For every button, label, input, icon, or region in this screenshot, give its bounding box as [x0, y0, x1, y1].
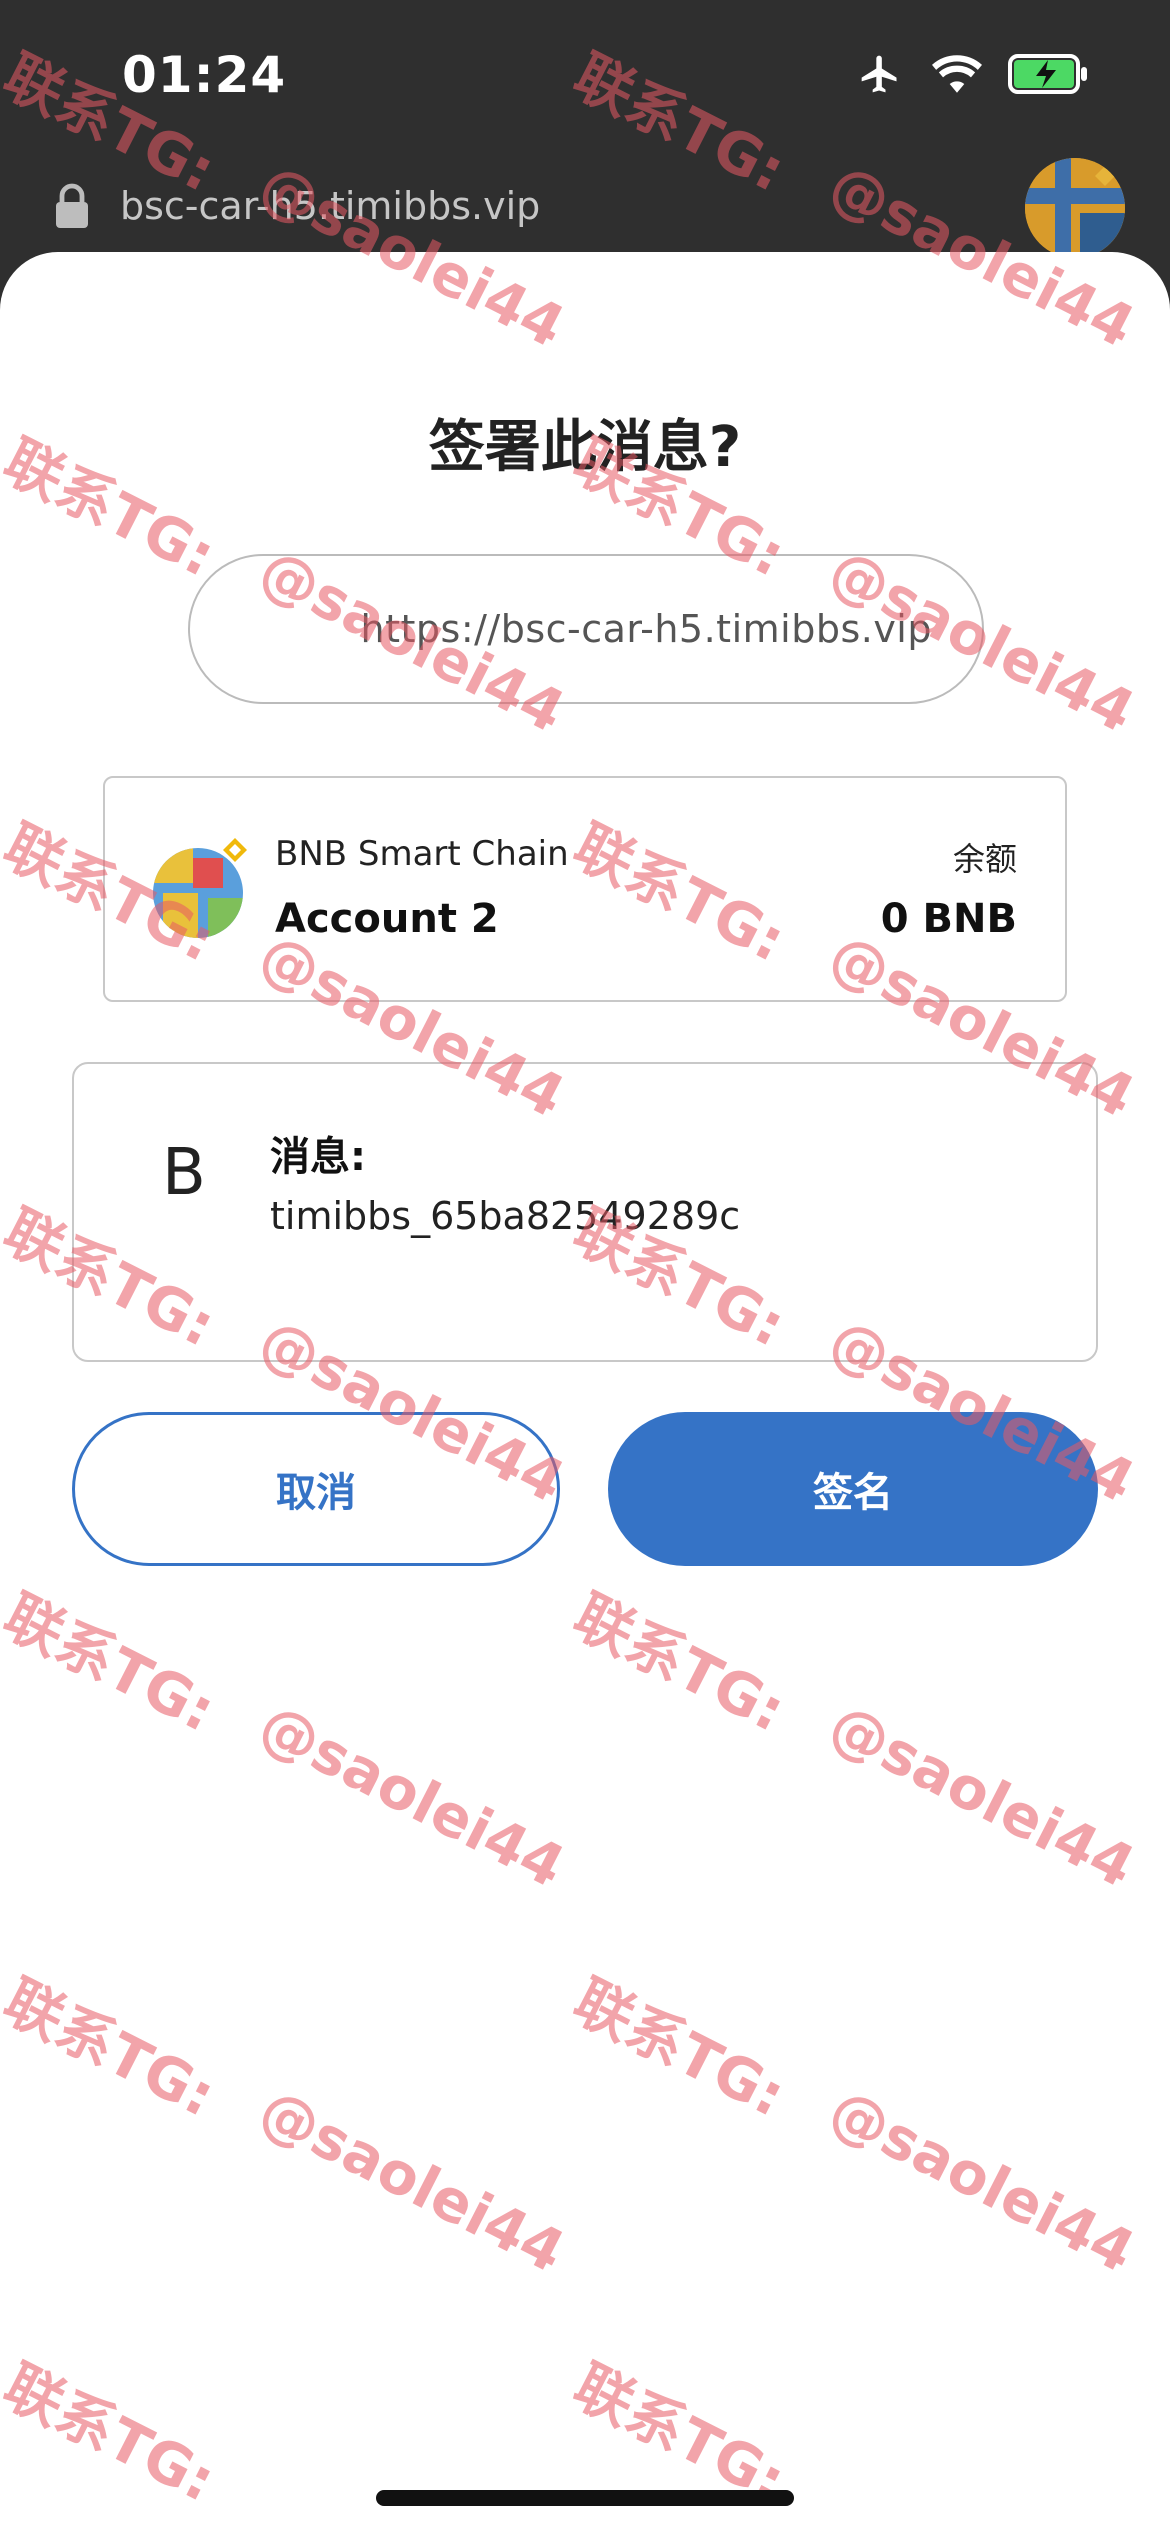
battery-charging-icon: [1008, 54, 1087, 94]
screen: 01:24 bsc-car-h5.timibbs.vip 签署此消息? http…: [0, 0, 1170, 2532]
network-name: BNB Smart Chain: [275, 834, 569, 874]
sign-button[interactable]: 签名: [608, 1412, 1098, 1566]
status-bar: 01:24: [0, 0, 1170, 150]
home-indicator[interactable]: [376, 2490, 794, 2506]
origin-url: https://bsc-car-h5.timibbs.vip: [360, 607, 932, 651]
message-card: B 消息: timibbs_65ba82549289c: [72, 1062, 1098, 1362]
sign-message-sheet: 签署此消息? https://bsc-car-h5.timibbs.vip BN…: [0, 252, 1170, 2532]
balance-value: 0 BNB: [880, 896, 1017, 942]
browser-url-bar[interactable]: bsc-car-h5.timibbs.vip: [0, 158, 1170, 258]
balance-label: 余额: [952, 840, 1017, 878]
airplane-icon: [861, 55, 897, 93]
wifi-icon: [932, 55, 982, 93]
account-card: BNB Smart Chain Account 2 余额 0 BNB: [103, 776, 1067, 1002]
status-icons: [854, 52, 1090, 96]
message-text: timibbs_65ba82549289c: [270, 1194, 741, 1238]
browser-url: bsc-car-h5.timibbs.vip: [120, 184, 541, 228]
message-initial: B: [162, 1136, 206, 1210]
account-name: Account 2: [275, 896, 499, 942]
site-avatar[interactable]: [1025, 158, 1125, 258]
status-time: 01:24: [122, 46, 287, 104]
message-label: 消息:: [270, 1134, 366, 1180]
origin-pill: https://bsc-car-h5.timibbs.vip: [188, 554, 984, 704]
lock-icon: [56, 183, 88, 228]
cancel-button[interactable]: 取消: [72, 1412, 560, 1566]
sheet-title: 签署此消息?: [428, 415, 742, 480]
account-avatar: [153, 838, 253, 938]
